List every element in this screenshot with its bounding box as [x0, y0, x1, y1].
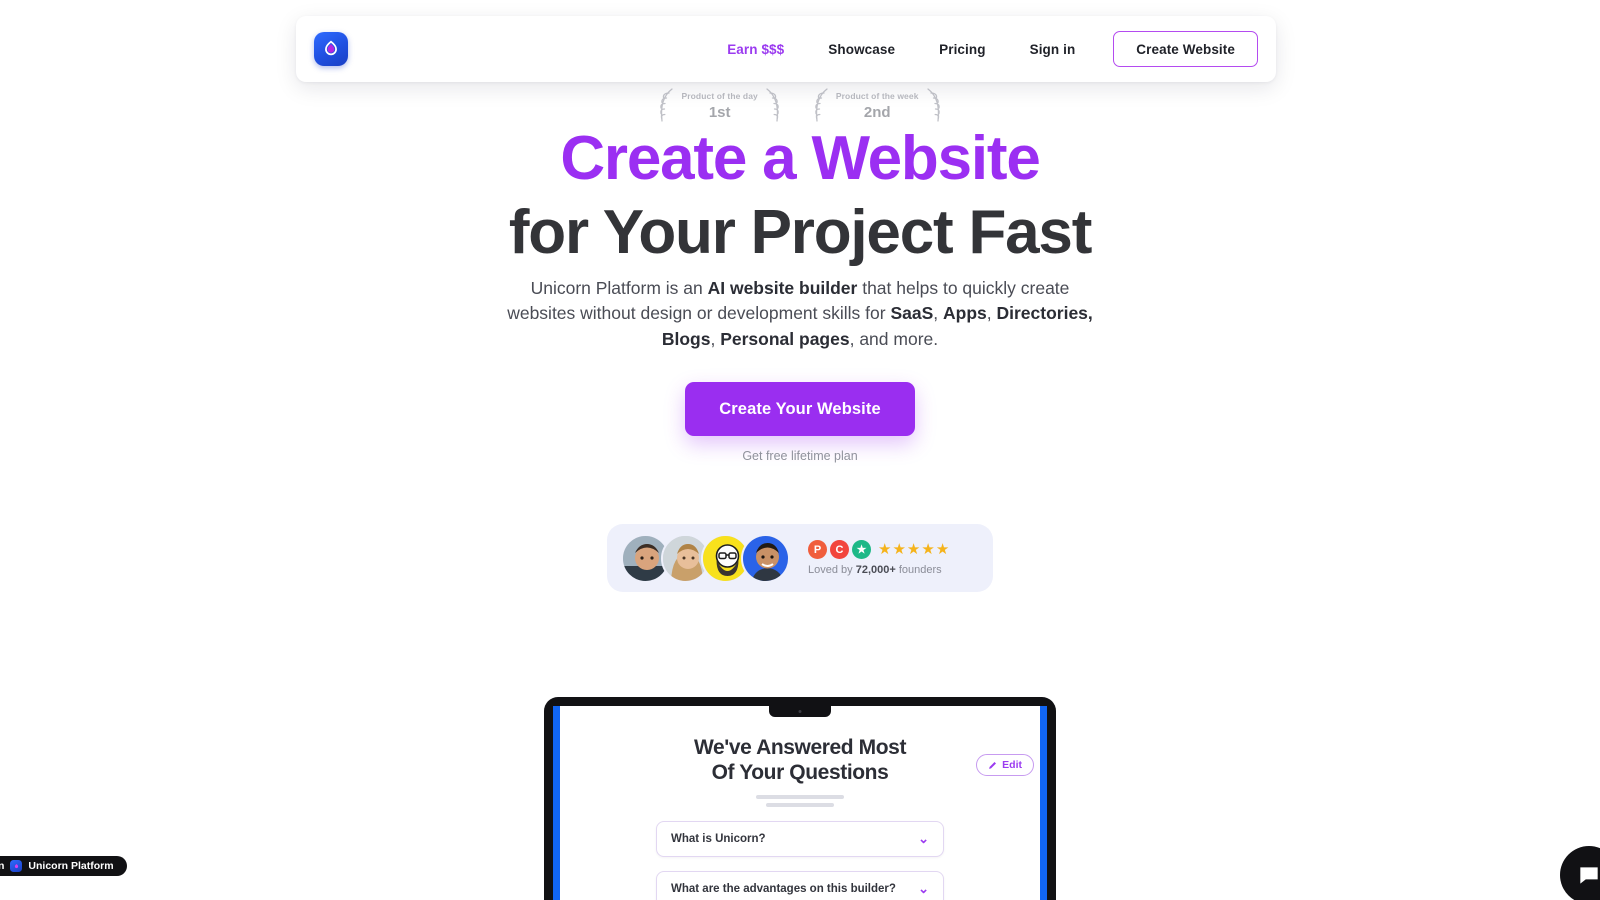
social-proof-bar: P C ★ ★ ★ ★ ★ ★ Loved by 72,000+ founder… [607, 524, 993, 592]
laurel-left-icon [660, 88, 674, 122]
faq-item[interactable]: What are the advantages on this builder?… [656, 870, 944, 900]
chevron-down-icon: ⌄ [918, 881, 929, 897]
loved-by-text: Loved by 72,000+ founders [808, 564, 942, 576]
pencil-icon [989, 761, 997, 769]
faq-title-line-1: We've Answered Most [693, 736, 907, 759]
award-badge-day: Product of the day 1st [655, 86, 783, 126]
rating-badges: P C ★ ★ ★ ★ ★ ★ [808, 540, 949, 559]
nav-link-showcase[interactable]: Showcase [806, 42, 917, 57]
edit-button[interactable]: Edit [976, 754, 1034, 776]
star-icon: ★ [878, 541, 892, 558]
create-website-button[interactable]: Create Website [1113, 31, 1258, 67]
trustpilot-badge-icon: ★ [852, 540, 871, 559]
star-icon: ★ [935, 541, 950, 558]
unicorn-drop-logo-icon[interactable] [314, 32, 348, 66]
laptop-notch [769, 706, 831, 717]
placeholder-bar [756, 794, 844, 799]
ratings-block: P C ★ ★ ★ ★ ★ ★ Loved by 72,000+ founder… [808, 540, 949, 576]
faq-section: We've Answered Most Of Your Questions Ed… [560, 706, 1040, 900]
star-rating: ★ ★ ★ ★ ★ [878, 542, 949, 557]
placeholder-bar [766, 802, 834, 807]
nav-link-signin[interactable]: Sign in [1008, 42, 1098, 57]
page-title-line-2: for Your Project Fast [508, 198, 1093, 267]
made-with-label: Unicorn Platform [28, 860, 114, 872]
chevron-down-icon: ⌄ [918, 831, 929, 847]
faq-title: We've Answered Most Of Your Questions [584, 736, 1016, 786]
star-icon: ★ [906, 541, 921, 558]
award-rank: 1st [708, 103, 731, 121]
chat-bubble-icon [1580, 867, 1598, 884]
edit-button-label: Edit [1002, 759, 1022, 771]
product-hunt-badge-icon: P [808, 540, 827, 559]
camera-dot-icon [798, 710, 802, 713]
capterra-badge-icon: C [830, 540, 849, 559]
unicorn-drop-logo-icon [10, 860, 23, 872]
award-rank: 2nd [863, 103, 891, 121]
laptop-screen: We've Answered Most Of Your Questions Ed… [553, 706, 1047, 900]
site-header: Earn $$$ Showcase Pricing Sign in Create… [296, 16, 1276, 82]
avatar-group [621, 533, 790, 583]
page-title-line-1: Create a Website [560, 124, 1041, 193]
page-title: Create a Website for Your Project Fast [0, 128, 1600, 264]
faq-question: What is Unicorn? [671, 832, 766, 845]
hero-cta-block: Create Your Website Get free lifetime pl… [0, 382, 1600, 463]
faq-question: What are the advantages on this builder? [671, 882, 896, 895]
laurel-left-icon [815, 88, 828, 122]
faq-item[interactable]: What is Unicorn? ⌄ [656, 820, 944, 857]
award-badges: Product of the day 1st Product of the we… [0, 86, 1600, 126]
nav-link-pricing[interactable]: Pricing [917, 42, 1007, 57]
laurel-right-icon [766, 88, 779, 122]
nav-link-earn[interactable]: Earn $$$ [705, 42, 806, 57]
award-label: Product of the day [681, 91, 758, 102]
award-label: Product of the week [835, 91, 919, 102]
star-icon: ★ [892, 541, 906, 558]
create-your-website-button[interactable]: Create Your Website [685, 382, 915, 436]
award-badge-week: Product of the week 2nd [810, 86, 945, 126]
laptop-mockup: We've Answered Most Of Your Questions Ed… [544, 697, 1056, 900]
page-subtitle: Unicorn Platform is an AI website builde… [507, 278, 1093, 349]
main-nav: Earn $$$ Showcase Pricing Sign in Create… [705, 31, 1258, 67]
chat-widget-button[interactable] [1560, 846, 1600, 900]
star-icon: ★ [921, 541, 935, 558]
avatar [741, 533, 790, 583]
laurel-right-icon [926, 88, 940, 122]
made-with-prefix: n [0, 860, 5, 872]
cta-note: Get free lifetime plan [742, 449, 858, 463]
made-with-badge[interactable]: n Unicorn Platform [0, 856, 127, 876]
landing-page: Earn $$$ Showcase Pricing Sign in Create… [0, 0, 1600, 900]
faq-title-line-2: Of Your Questions [711, 760, 889, 784]
